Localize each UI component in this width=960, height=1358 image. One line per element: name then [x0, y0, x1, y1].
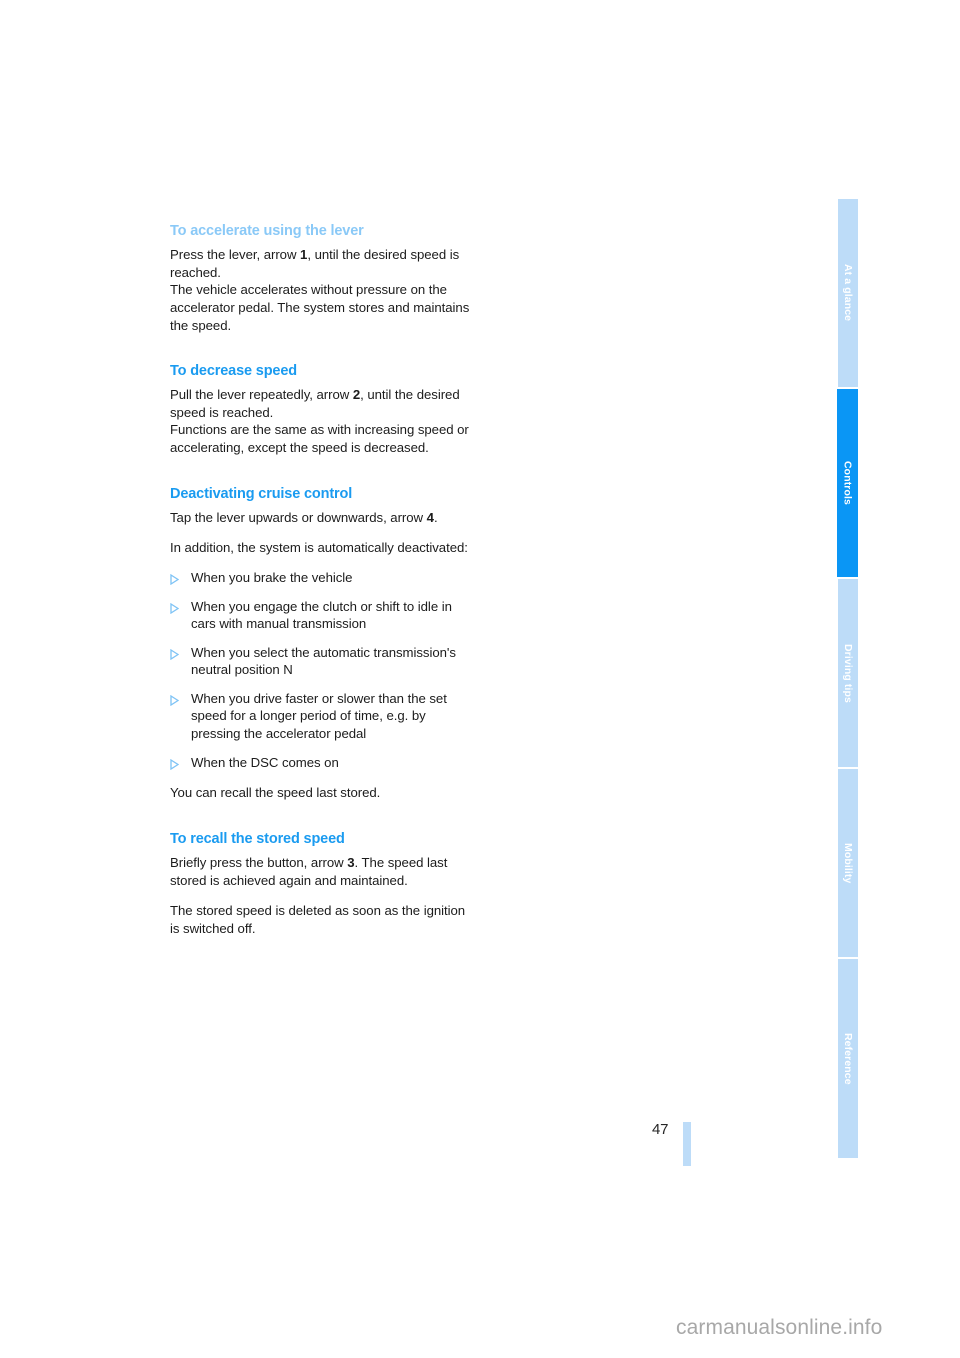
deactivation-conditions-list: When you brake the vehicle When you enga…	[170, 569, 470, 771]
list-item: When the DSC comes on	[170, 754, 470, 772]
list-item-label: When the DSC comes on	[191, 754, 339, 770]
paragraph-deactivate-1: Tap the lever upwards or downwards, arro…	[170, 509, 438, 525]
paragraph-deactivate-2: In addition, the system is automatically…	[170, 540, 468, 556]
section-heading-accelerate: To accelerate using the lever	[170, 223, 364, 239]
triangle-bullet-icon	[170, 757, 180, 770]
page-number-accent-bar	[683, 1122, 691, 1166]
triangle-bullet-icon	[170, 601, 180, 614]
sidebar-tab-driving-tips[interactable]: Driving tips	[838, 579, 858, 767]
paragraph-recall-note: You can recall the speed last stored.	[170, 785, 381, 801]
paragraph-decrease-1: Pull the lever repeatedly, arrow 2, unti…	[170, 387, 460, 420]
section-heading-decrease-speed: To decrease speed	[170, 363, 297, 380]
page-content-column: To accelerate using the lever Press the …	[170, 222, 470, 937]
sidebar-tab-label: Mobility	[842, 842, 854, 884]
sidebar-tab-label: Reference	[842, 1032, 854, 1085]
section-heading-deactivating-cruise-control: Deactivating cruise control	[170, 485, 353, 502]
arrow-ref-2: 2	[352, 387, 361, 403]
triangle-bullet-icon	[170, 693, 180, 707]
arrow-ref-3: 3	[347, 854, 355, 870]
sidebar-tab-mobility[interactable]: Mobility	[838, 769, 858, 957]
chapter-tab-strip: At a glance Controls Driving tips Mobili…	[837, 199, 858, 1158]
page-number: 47	[652, 1121, 669, 1138]
list-item: When you drive faster or slower than the…	[170, 690, 470, 743]
list-item-label: When you engage the clutch or shift to i…	[191, 598, 452, 632]
list-item-label: When you brake the vehicle	[191, 569, 353, 585]
sidebar-tab-controls[interactable]: Controls	[837, 389, 858, 577]
arrow-ref-1: 1	[300, 247, 308, 263]
list-item: When you select the automatic transmissi…	[170, 644, 470, 679]
section-recall-stored-speed: To recall the stored speed Briefly press…	[170, 830, 470, 938]
section-heading-recall-stored-speed: To recall the stored speed	[170, 830, 345, 847]
section-accelerate: To accelerate using the lever Press the …	[170, 222, 470, 334]
paragraph-decrease-2: Functions are the same as with increasin…	[170, 422, 469, 455]
paragraph-accelerate-1: Press the lever, arrow 1, until the desi…	[170, 247, 460, 280]
sidebar-tab-reference[interactable]: Reference	[838, 959, 858, 1158]
list-item: When you brake the vehicle	[170, 569, 470, 587]
paragraph-recall-2: The stored speed is deleted as soon as t…	[170, 903, 466, 936]
watermark-text: carmanualsonline.info	[676, 1316, 883, 1339]
list-item: When you engage the clutch or shift to i…	[170, 598, 470, 633]
list-item-label: When you select the automatic transmissi…	[191, 644, 456, 678]
triangle-bullet-icon	[170, 647, 180, 660]
paragraph-recall-1: Briefly press the button, arrow 3. The s…	[170, 854, 448, 888]
sidebar-tab-label: Driving tips	[842, 643, 854, 703]
sidebar-tab-label: At a glance	[842, 264, 854, 322]
sidebar-tab-at-a-glance[interactable]: At a glance	[838, 199, 858, 387]
list-item-label: When you drive faster or slower than the…	[191, 690, 447, 742]
section-deactivating-cruise-control: Deactivating cruise control Tap the leve…	[170, 485, 470, 802]
sidebar-tab-label: Controls	[841, 461, 854, 505]
triangle-bullet-icon	[170, 572, 180, 586]
arrow-ref-4: 4	[426, 509, 434, 525]
paragraph-accelerate-2: The vehicle accelerates without pressure…	[170, 282, 470, 333]
section-decrease-speed: To decrease speed Pull the lever repeate…	[170, 362, 470, 457]
